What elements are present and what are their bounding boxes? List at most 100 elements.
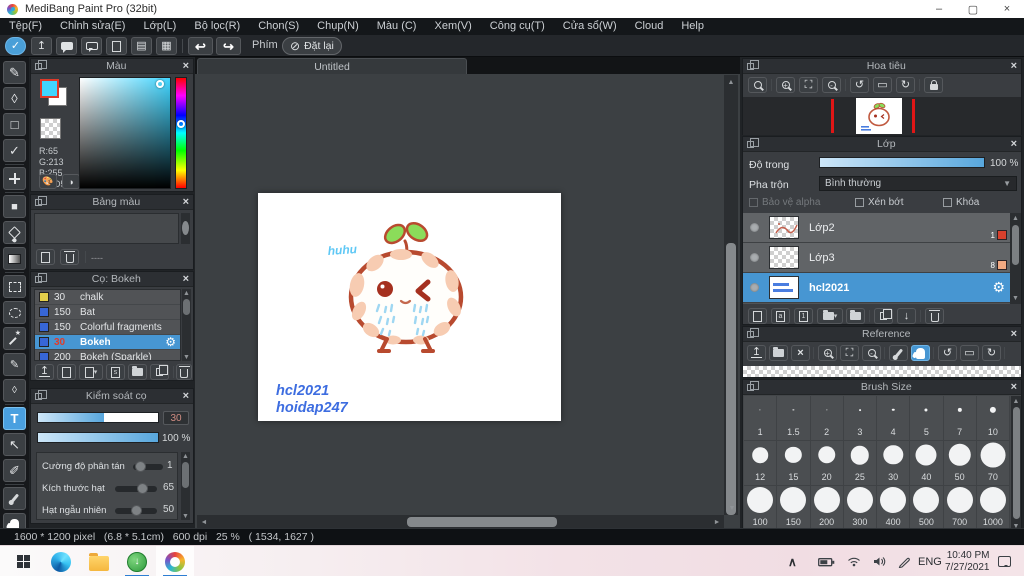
scroll-down-arrow[interactable]: ▼ bbox=[726, 503, 738, 513]
snap-pen-tool[interactable]: ✓ bbox=[3, 139, 26, 162]
popout-icon[interactable] bbox=[747, 380, 759, 391]
language-indicator[interactable]: ENG bbox=[918, 546, 942, 576]
brush-size-option[interactable]: 3 bbox=[843, 396, 877, 441]
clock[interactable]: 10:40 PM 7/27/2021 bbox=[945, 546, 990, 576]
layer-row-lop2[interactable]: Lớp2 1 bbox=[743, 213, 1013, 243]
brush-list-scrollbar[interactable]: ▲ ▼ bbox=[182, 289, 191, 361]
close-panel-icon[interactable]: × bbox=[1011, 60, 1017, 72]
transparent-swatch[interactable] bbox=[40, 118, 61, 139]
saturation-value-picker[interactable] bbox=[79, 77, 171, 189]
redo-button[interactable]: ↪ bbox=[216, 37, 241, 55]
brush-size-slider[interactable] bbox=[37, 412, 159, 423]
ref-hand-button[interactable] bbox=[911, 345, 930, 361]
brush-size-option[interactable]: 70 bbox=[976, 441, 1010, 486]
param-random-slider[interactable] bbox=[115, 505, 157, 516]
brush-size-option[interactable]: 40 bbox=[910, 441, 944, 486]
menu-mau[interactable]: Màu (C) bbox=[368, 18, 426, 35]
popout-icon[interactable] bbox=[35, 59, 47, 70]
comment-list-button[interactable] bbox=[81, 37, 102, 55]
blend-mode-dropdown[interactable]: Bình thường ▼ bbox=[819, 176, 1017, 191]
layer-settings-gear-icon[interactable]: ⚙ bbox=[992, 279, 1005, 296]
layer-visibility-dot[interactable] bbox=[750, 223, 759, 232]
color-mode-button[interactable]: ◑ bbox=[62, 174, 80, 189]
menu-tep[interactable]: Tệp(F) bbox=[0, 18, 51, 35]
brush-size-option[interactable]: 500 bbox=[910, 486, 944, 531]
brush-row-colorful-fragments[interactable]: 150 Colorful fragments bbox=[35, 320, 180, 335]
brush-size-scrollbar[interactable]: ▲ ▼ bbox=[1011, 396, 1021, 532]
restore-button[interactable]: ▢ bbox=[956, 0, 990, 18]
palette-mode-button[interactable]: 🎨 bbox=[39, 174, 57, 189]
document-button[interactable] bbox=[106, 37, 127, 55]
menu-chon[interactable]: Chọn(S) bbox=[249, 18, 308, 35]
close-panel-icon[interactable]: × bbox=[1011, 138, 1017, 150]
brush-size-option[interactable]: 5 bbox=[910, 396, 944, 441]
param-particle-size-slider[interactable] bbox=[115, 483, 157, 494]
brush-size-option[interactable]: 10 bbox=[976, 396, 1010, 441]
canvas-vertical-scrollbar[interactable]: ▲ bbox=[724, 75, 738, 515]
brush-control-scrollbar[interactable]: ▲ ▼ bbox=[181, 452, 190, 520]
brush-settings-gear-icon[interactable]: ⚙ bbox=[165, 335, 176, 349]
popout-icon[interactable] bbox=[747, 59, 759, 70]
brush-size-option[interactable]: 1000 bbox=[976, 486, 1010, 531]
sv-picker-ring[interactable] bbox=[156, 80, 164, 88]
brush-script-button[interactable]: s bbox=[106, 364, 125, 380]
brush-size-option[interactable]: 4 bbox=[877, 396, 911, 441]
menu-bo-loc[interactable]: Bộ lọc(R) bbox=[185, 18, 249, 35]
popout-icon[interactable] bbox=[35, 389, 47, 400]
add-folder-menu-button[interactable]: ▾ bbox=[817, 308, 843, 324]
brush-size-option[interactable]: 1.5 bbox=[777, 396, 811, 441]
document-tab-untitled[interactable]: Untitled bbox=[197, 58, 467, 74]
menu-cloud[interactable]: Cloud bbox=[626, 18, 673, 35]
reset-button[interactable]: ⊘ Đặt lại bbox=[282, 37, 342, 55]
layer-visibility-dot[interactable] bbox=[750, 253, 759, 262]
brush-row-bokeh-sparkle[interactable]: 200 Bokeh (Sparkle) bbox=[35, 350, 180, 360]
ref-zoom-out-button[interactable]: - bbox=[862, 345, 881, 361]
select-eraser-tool[interactable]: ◊ bbox=[3, 379, 26, 402]
taskbar-idm[interactable]: ↓ bbox=[118, 546, 156, 576]
menu-cong-cu[interactable]: Công cụ(T) bbox=[481, 18, 554, 35]
menu-chup[interactable]: Chụp(N) bbox=[308, 18, 368, 35]
close-panel-icon[interactable]: × bbox=[1011, 381, 1017, 393]
add-1bit-layer-button[interactable]: 1 bbox=[794, 308, 813, 324]
nav-rotate-left-button[interactable]: ↺ bbox=[850, 77, 869, 93]
lasso-tool[interactable] bbox=[3, 301, 26, 324]
canvas-horizontal-scrollbar[interactable]: ◄ ► bbox=[197, 515, 724, 529]
cloud-sync-button[interactable]: ✓ bbox=[5, 37, 26, 55]
grid-edit-button[interactable]: ▦ bbox=[156, 37, 177, 55]
pen-tool[interactable]: ✎ bbox=[3, 61, 26, 84]
brush-row-bat[interactable]: 150 Bat bbox=[35, 305, 180, 320]
start-button[interactable] bbox=[4, 546, 42, 576]
close-panel-icon[interactable]: × bbox=[183, 273, 189, 285]
drawing-canvas[interactable]: huhu hcl2021 hoidap247 bbox=[258, 193, 561, 421]
protect-alpha-checkbox[interactable]: Bảo vệ alpha bbox=[749, 197, 820, 208]
brush-size-option[interactable]: 300 bbox=[843, 486, 877, 531]
ref-open-button[interactable] bbox=[769, 345, 788, 361]
comment-button[interactable] bbox=[56, 37, 77, 55]
close-panel-icon[interactable]: × bbox=[183, 60, 189, 72]
speaker-icon[interactable] bbox=[873, 546, 887, 576]
ref-zoom-in-button[interactable]: + bbox=[818, 345, 837, 361]
pen-icon[interactable] bbox=[898, 546, 910, 576]
ref-clear-button[interactable]: × bbox=[791, 345, 810, 361]
close-panel-icon[interactable]: × bbox=[183, 196, 189, 208]
menu-lop[interactable]: Lớp(L) bbox=[134, 18, 185, 35]
brush-size-option[interactable]: 400 bbox=[877, 486, 911, 531]
navigator-preview[interactable] bbox=[743, 97, 1021, 135]
ref-eyedropper-button[interactable] bbox=[889, 345, 908, 361]
menu-chinh-sua[interactable]: Chỉnh sửa(E) bbox=[51, 18, 134, 35]
reference-preview-strip[interactable] bbox=[743, 366, 1021, 377]
close-panel-icon[interactable]: × bbox=[183, 390, 189, 402]
brush-opacity-slider[interactable] bbox=[37, 432, 159, 443]
delete-layer-button[interactable] bbox=[925, 308, 944, 324]
hue-slider[interactable] bbox=[175, 77, 187, 189]
brush-size-option[interactable]: 12 bbox=[744, 441, 778, 486]
lock-checkbox[interactable]: Khóa bbox=[943, 197, 979, 208]
brush-row-chalk[interactable]: 30 chalk bbox=[35, 290, 180, 305]
param-scatter-slider[interactable] bbox=[133, 461, 163, 472]
eyedropper-tool[interactable] bbox=[3, 487, 26, 510]
brush-size-option[interactable]: 7 bbox=[943, 396, 977, 441]
brush-add-button[interactable] bbox=[57, 364, 76, 380]
brush-size-option[interactable]: 100 bbox=[744, 486, 778, 531]
brush-size-value[interactable]: 30 bbox=[163, 411, 189, 425]
bucket-tool[interactable] bbox=[3, 221, 26, 244]
